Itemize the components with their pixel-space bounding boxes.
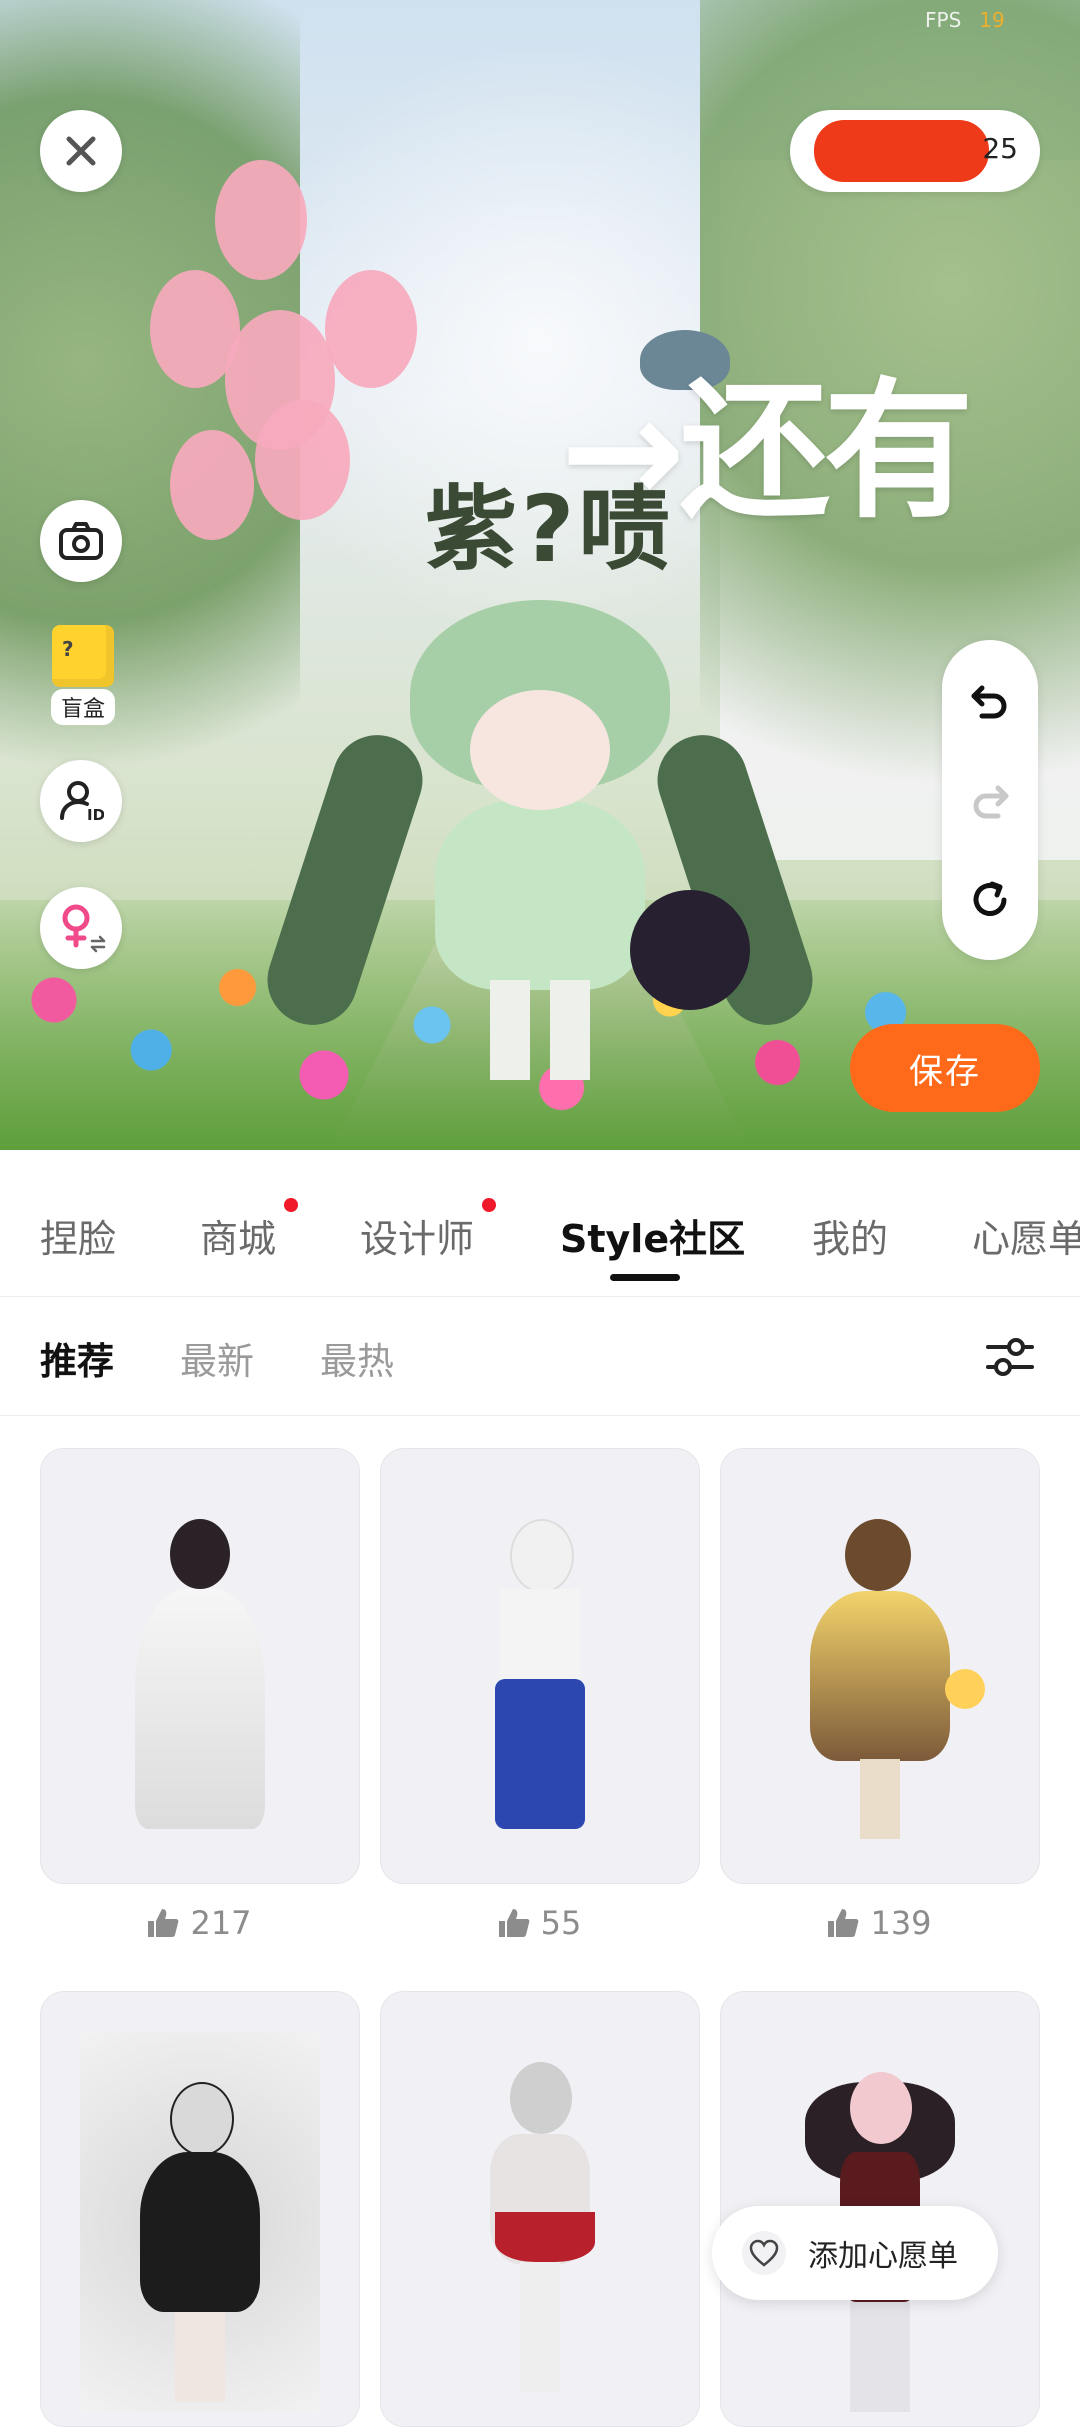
female-switch-icon (62, 904, 106, 953)
blindbox-label: 盲盒 (50, 689, 115, 725)
edit-toolbar (942, 640, 1038, 960)
subtab-recommended[interactable]: 推荐 (40, 1331, 114, 1385)
tab-label: 商城 (200, 1217, 277, 1261)
subtab-hottest[interactable]: 最热 (320, 1331, 394, 1385)
id-profile-icon: ID (60, 781, 104, 824)
reset-button[interactable] (960, 870, 1020, 930)
outfit-avatar-image (785, 1519, 985, 1839)
outfit-avatar-image (455, 2062, 625, 2402)
undo-button[interactable] (960, 670, 1020, 730)
blindbox-button[interactable]: ? 盲盒 (40, 625, 126, 725)
outfit-card[interactable] (380, 1448, 700, 1884)
fps-label: FPS (925, 8, 962, 32)
filter-sliders-icon (986, 1338, 1034, 1376)
fps-indicator: FPS 19 (925, 8, 1005, 32)
outfit-avatar-image (475, 1519, 605, 1839)
like-count[interactable]: 217 (40, 1904, 358, 1942)
avatar-dress (435, 800, 645, 990)
like-count[interactable]: 55 (380, 1904, 698, 1942)
outfit-avatar-image (80, 2032, 320, 2412)
outfit-card[interactable] (40, 1991, 360, 2427)
camera-button[interactable] (40, 500, 122, 582)
balloon (170, 430, 254, 540)
redacted-area (814, 120, 989, 182)
tab-designer[interactable]: 设计师 (360, 1198, 497, 1263)
tab-label: 心愿单 (972, 1217, 1080, 1261)
heart-icon (742, 2231, 786, 2275)
close-icon (66, 136, 96, 166)
thumbs-up-icon (828, 1909, 859, 1937)
avatar-face (470, 690, 610, 810)
reset-icon (973, 881, 1007, 916)
avatar-leg (550, 980, 590, 1080)
subtab-latest[interactable]: 最新 (180, 1331, 254, 1385)
tab-label: 我的 (812, 1217, 889, 1261)
close-button[interactable] (40, 110, 122, 192)
tab-label: Style社区 (560, 1217, 746, 1261)
outfit-card[interactable] (40, 1448, 360, 1884)
bunny-plush (630, 890, 750, 1010)
sub-tab-bar: 推荐 最新 最热 (0, 1297, 1080, 1416)
profile-id-button[interactable]: ID (40, 760, 122, 842)
balloon (255, 400, 350, 520)
svg-text:ID: ID (87, 806, 104, 824)
tab-face[interactable]: 捏脸 (40, 1208, 116, 1263)
outfit-card[interactable] (720, 1448, 1040, 1884)
balloon (325, 270, 417, 388)
outfit-card[interactable] (380, 1991, 700, 2427)
tab-label: 捏脸 (40, 1217, 117, 1261)
outfit-avatar-image (115, 1519, 285, 1839)
balloon (215, 160, 307, 280)
camera-icon (59, 522, 103, 560)
tab-shop[interactable]: 商城 (200, 1198, 299, 1263)
like-count-value: 55 (540, 1904, 582, 1942)
redo-button[interactable] (960, 770, 1020, 830)
redo-icon (973, 785, 1009, 819)
thumbs-up-icon (498, 1909, 530, 1937)
wishlist-label: 添加心愿单 (808, 2239, 958, 2274)
main-tab-bar: 捏脸 商城 设计师 Style社区 我的 心愿单 (0, 1150, 1080, 1297)
avatar-name-label: 紫?啧 (425, 476, 675, 583)
gender-switch-button[interactable] (40, 887, 122, 969)
active-tab-indicator (610, 1274, 680, 1281)
like-count-value: 217 (190, 1904, 252, 1942)
tab-wishlist[interactable]: 心愿单 (972, 1208, 1080, 1263)
like-count-value: 139 (870, 1904, 932, 1942)
notification-dot (284, 1198, 299, 1212)
tab-style-community[interactable]: Style社区 (560, 1208, 745, 1263)
tab-mine[interactable]: 我的 (812, 1208, 888, 1263)
filter-button[interactable] (980, 1327, 1040, 1387)
undo-icon (971, 685, 1007, 719)
add-to-wishlist-button[interactable]: 添加心愿单 (712, 2206, 998, 2300)
tab-label: 设计师 (360, 1217, 475, 1261)
coin-balance-value: 25 (982, 132, 1018, 165)
thumbs-up-icon (148, 1909, 179, 1937)
blindbox-icon: ? (52, 625, 114, 687)
coin-balance[interactable]: 25 (790, 110, 1040, 192)
save-button[interactable]: 保存 (850, 1024, 1040, 1112)
avatar-leg (490, 980, 530, 1080)
like-count[interactable]: 139 (720, 1904, 1038, 1942)
fps-value: 19 (979, 8, 1005, 32)
notification-dot (482, 1198, 497, 1212)
